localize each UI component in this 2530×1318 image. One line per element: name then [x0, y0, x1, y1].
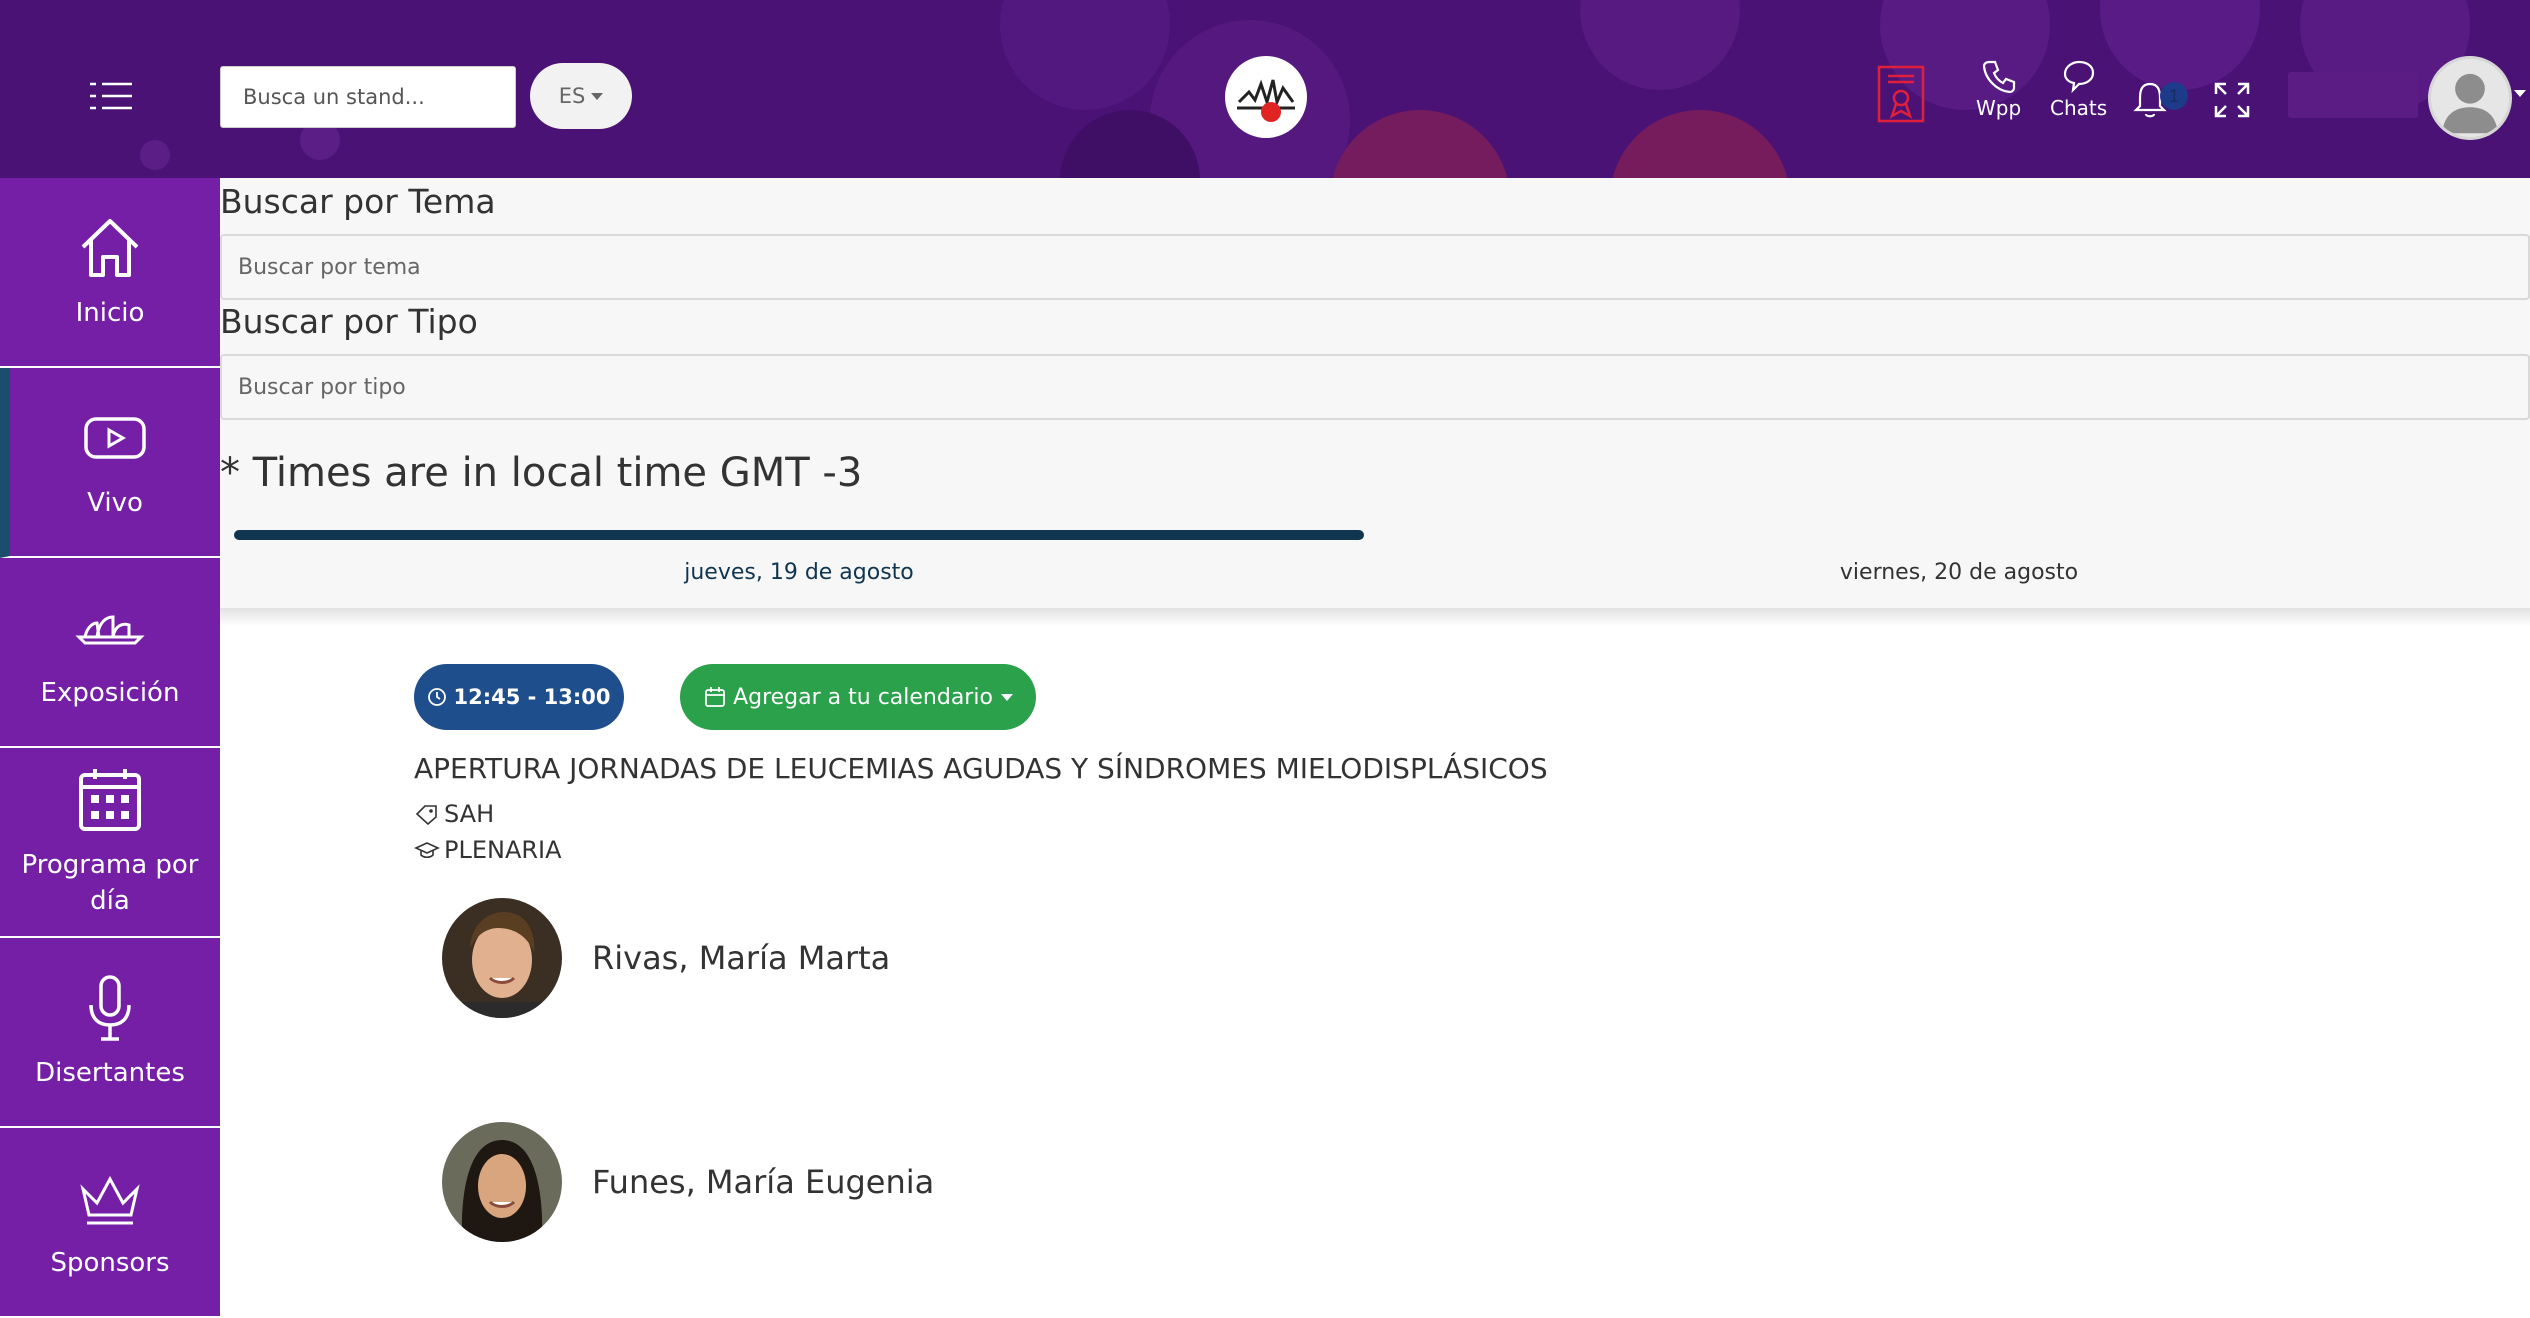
- sidebar-item-inicio[interactable]: Inicio: [0, 178, 220, 368]
- sidebar-item-sponsors[interactable]: Sponsors: [0, 1128, 220, 1318]
- sidebar-item-label: Vivo: [87, 488, 143, 518]
- sah-logo-icon: [1237, 79, 1295, 122]
- add-to-calendar-button[interactable]: Agregar a tu calendario: [680, 664, 1036, 730]
- tab-day-1[interactable]: jueves, 19 de agosto: [234, 530, 1364, 608]
- certificate-icon[interactable]: [1876, 64, 1926, 124]
- session-title: APERTURA JORNADAS DE LEUCEMIAS AGUDAS Y …: [414, 752, 1548, 785]
- language-label: ES: [558, 84, 586, 108]
- sidebar-item-label: Inicio: [75, 298, 145, 328]
- chats-button[interactable]: Chats: [2050, 56, 2107, 120]
- session-type-label: PLENARIA: [444, 836, 562, 864]
- phone-icon: [1982, 60, 2015, 94]
- sidebar-item-exposicion[interactable]: Exposición: [0, 558, 220, 748]
- menu-toggle-icon[interactable]: [88, 78, 136, 114]
- type-filter-title: Buscar por Tipo: [220, 302, 478, 341]
- user-name-placeholder: [2288, 72, 2418, 118]
- chevron-down-icon: [1000, 693, 1013, 701]
- day-tabs: jueves, 19 de agosto viernes, 20 de agos…: [234, 530, 2530, 608]
- notifications-count-badge: 1: [2160, 82, 2188, 110]
- header-decoration: [1580, 0, 1740, 90]
- language-dropdown[interactable]: ES: [530, 63, 632, 129]
- active-tab-indicator: [234, 530, 1364, 540]
- timezone-note: * Times are in local time GMT -3: [220, 450, 863, 496]
- crown-icon: [80, 1175, 140, 1225]
- user-avatar[interactable]: [2428, 56, 2512, 140]
- stand-search-input[interactable]: [220, 66, 516, 128]
- filter-panel: Buscar por Tema Buscar por Tipo * Times …: [220, 178, 2530, 608]
- speaker-photo-icon: [442, 898, 562, 1018]
- sidebar-item-label: Programa por día: [21, 850, 199, 916]
- graduation-cap-icon: [414, 842, 440, 859]
- top-header: ES Wpp Chats 1: [0, 0, 2530, 178]
- sidebar-item-label: Disertantes: [35, 1058, 185, 1088]
- topic-search-input[interactable]: [220, 234, 2530, 300]
- youtube-icon: [84, 417, 146, 459]
- calendar-small-icon: [705, 687, 725, 707]
- sidebar-item-label: Exposición: [40, 678, 180, 708]
- tab-day-label: jueves, 19 de agosto: [684, 560, 914, 585]
- user-menu-chevron-icon[interactable]: [2514, 90, 2526, 97]
- header-decoration: [2100, 0, 2260, 90]
- header-decoration: [1000, 0, 1170, 110]
- speaker-card[interactable]: Rivas, María Marta: [442, 898, 1642, 1018]
- speaker-avatar: [442, 1122, 562, 1242]
- main-sidebar: Inicio Vivo Exposición Programa por día …: [0, 178, 220, 1318]
- header-decoration: [1610, 110, 1790, 178]
- microphone-icon: [89, 975, 131, 1041]
- home-icon: [81, 219, 139, 277]
- session-tag: SAH: [414, 800, 494, 828]
- tab-day-2[interactable]: viernes, 20 de agosto: [1394, 530, 2524, 608]
- session-time: 12:45 - 13:00: [453, 685, 611, 709]
- session-time-badge: 12:45 - 13:00: [414, 664, 624, 730]
- tab-day-label: viernes, 20 de agosto: [1839, 560, 2079, 585]
- speaker-name: Funes, María Eugenia: [592, 1163, 935, 1201]
- user-silhouette-icon: [2442, 73, 2498, 134]
- sidebar-item-disertantes[interactable]: Disertantes: [0, 938, 220, 1128]
- sidebar-item-programa[interactable]: Programa por día: [0, 748, 220, 938]
- calendar-icon: [79, 769, 141, 831]
- tag-icon: [415, 805, 437, 825]
- speaker-card[interactable]: Funes, María Eugenia: [442, 1122, 1642, 1242]
- session-tag-label: SAH: [444, 800, 495, 828]
- speaker-name: Rivas, María Marta: [592, 939, 891, 977]
- speaker-photo-icon: [442, 1122, 562, 1242]
- sidebar-item-label: Sponsors: [50, 1248, 170, 1278]
- topic-filter-title: Buscar por Tema: [220, 182, 496, 221]
- expo-icon: [75, 615, 145, 645]
- speaker-avatar: [442, 898, 562, 1018]
- chats-label: Chats: [2050, 96, 2108, 120]
- whatsapp-button[interactable]: Wpp: [1976, 56, 2021, 120]
- sidebar-item-vivo[interactable]: Vivo: [0, 368, 220, 558]
- header-decoration: [140, 140, 170, 170]
- add-to-calendar-label: Agregar a tu calendario: [733, 684, 993, 710]
- clock-icon: [428, 688, 447, 706]
- whatsapp-label: Wpp: [1976, 96, 2022, 120]
- chevron-down-icon: [591, 92, 604, 100]
- panel-shadow: [220, 608, 2530, 626]
- event-logo[interactable]: [1225, 56, 1307, 138]
- chat-bubbles-icon: [2063, 60, 2094, 94]
- header-decoration: [1330, 110, 1510, 178]
- fullscreen-icon[interactable]: [2212, 80, 2252, 120]
- session-type: PLENARIA: [414, 836, 562, 864]
- type-search-input[interactable]: [220, 354, 2530, 420]
